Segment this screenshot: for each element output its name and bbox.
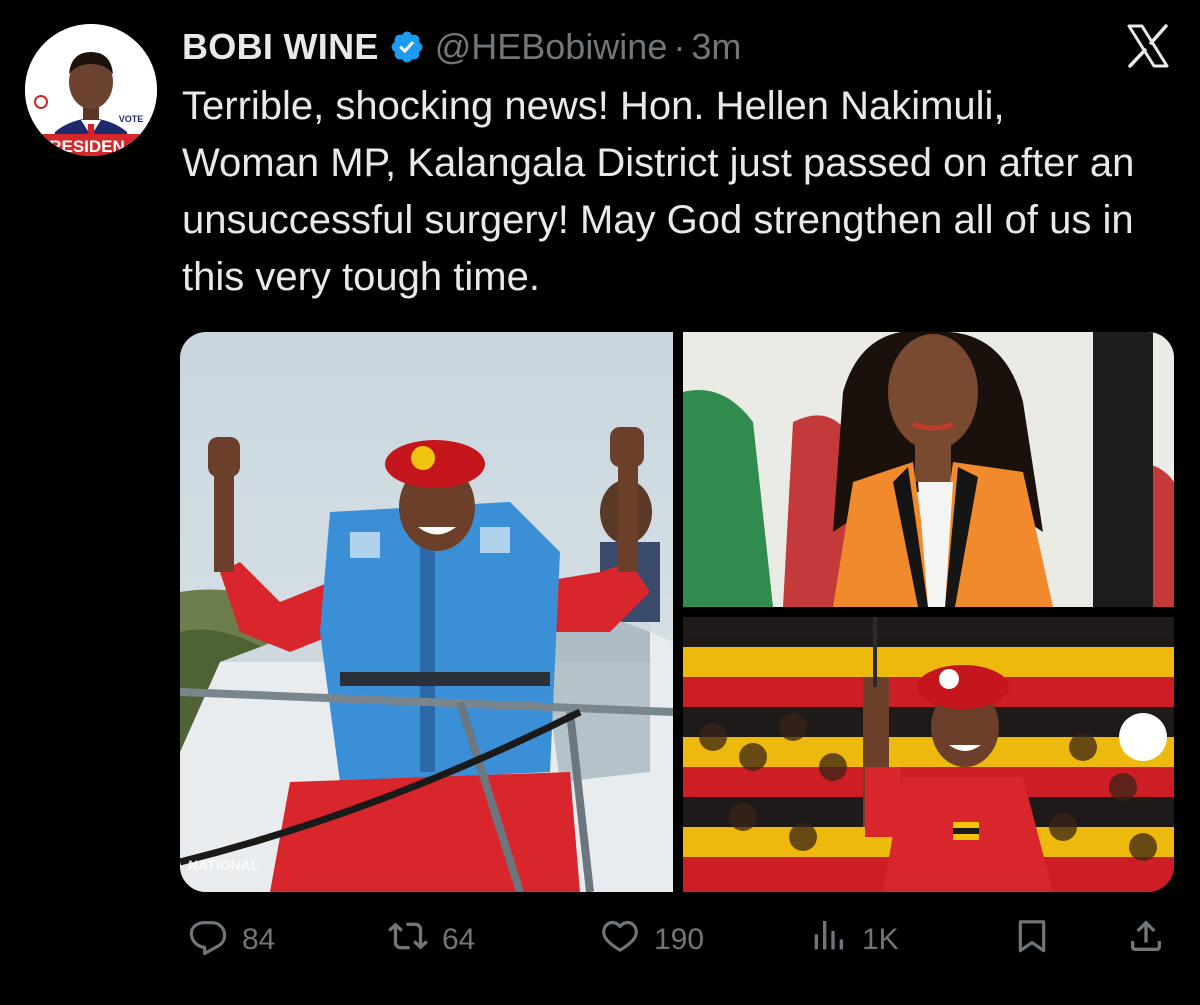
bookmark-button[interactable]	[1012, 915, 1052, 965]
avatar-badge-text: VOTE	[119, 114, 144, 124]
tweet-header: BOBI WINE @HEBobiwine · 3m	[182, 22, 741, 72]
author-handle[interactable]: @HEBobiwine	[435, 26, 668, 68]
media-grid: NATIONAL	[180, 332, 1174, 892]
photo-boat[interactable]: NATIONAL	[180, 332, 673, 892]
photo-rally[interactable]	[683, 617, 1174, 892]
tweet-text: Terrible, shocking news! Hon. Hellen Nak…	[182, 84, 1135, 299]
bookmark-icon	[1012, 916, 1052, 964]
repost-count: 64	[442, 923, 476, 956]
reply-button[interactable]: 84	[188, 915, 275, 965]
like-count: 190	[654, 923, 705, 956]
tweet-action-bar: 84 64 190 1K	[180, 915, 1174, 965]
photo-portrait[interactable]	[683, 332, 1174, 607]
verified-badge-icon[interactable]	[389, 29, 425, 65]
views-count: 1K	[862, 923, 899, 956]
views-button[interactable]: 1K	[808, 915, 899, 965]
views-chart-icon	[808, 916, 848, 964]
heart-icon	[600, 916, 640, 964]
repost-icon	[388, 916, 428, 964]
like-button[interactable]: 190	[600, 915, 704, 965]
share-icon	[1126, 916, 1166, 964]
photo-watermark: NATIONAL	[188, 857, 260, 873]
repost-button[interactable]: 64	[388, 915, 475, 965]
reply-icon	[188, 916, 228, 964]
header-separator: ·	[673, 26, 686, 67]
avatar-banner-text: RESIDEN	[49, 137, 125, 156]
author-avatar[interactable]: VOTE RESIDEN	[25, 24, 157, 156]
tweet-timestamp[interactable]: 3m	[691, 26, 741, 68]
author-name[interactable]: BOBI WINE	[182, 26, 379, 68]
share-button[interactable]	[1126, 915, 1166, 965]
x-logo-icon	[1126, 24, 1170, 68]
reply-count: 84	[242, 923, 276, 956]
